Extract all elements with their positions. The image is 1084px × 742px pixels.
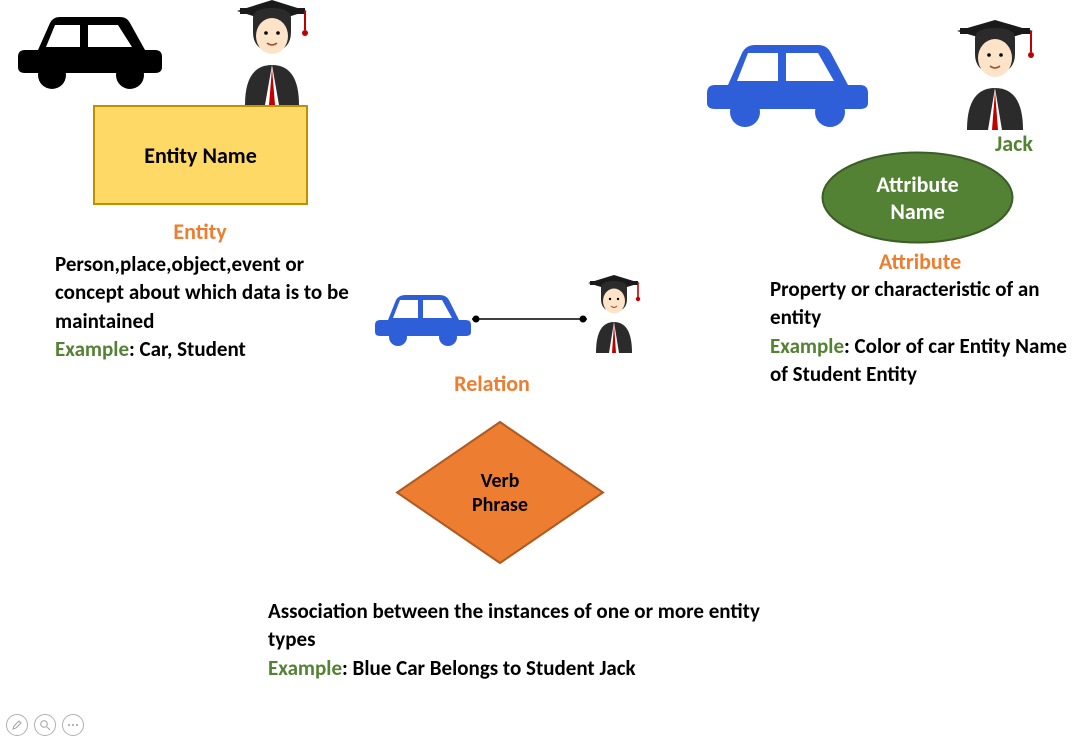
relation-student-icon (580, 275, 648, 358)
attribute-title: Attribute (860, 248, 980, 275)
zoom-icon[interactable] (34, 714, 56, 736)
pen-icon[interactable] (6, 714, 28, 736)
more-icon[interactable] (62, 714, 84, 736)
entity-example-label: Example (55, 336, 129, 362)
entity-title: Entity (150, 218, 250, 245)
relation-shape-label: Verb Phrase (455, 469, 545, 517)
student-icon-right (945, 20, 1045, 135)
entity-shape-label: Entity Name (144, 142, 257, 169)
toolbar (6, 714, 84, 736)
relation-description: Association between the instances of one… (268, 598, 760, 652)
attribute-shape: Attribute Name (820, 150, 1015, 245)
attribute-shape-label: Attribute Name (858, 171, 978, 225)
relation-car-icon (370, 288, 475, 353)
relation-shape: Verb Phrase (395, 420, 605, 565)
relation-example-text: : Blue Car Belongs to Student Jack (342, 655, 636, 681)
entity-description: Person,place,object,event or concept abo… (55, 251, 349, 334)
car-blue-icon (700, 35, 875, 135)
attribute-description-block: Property or characteristic of an entity … (770, 275, 1080, 388)
entity-shape: Entity Name (93, 105, 308, 205)
attribute-example-label: Example (770, 333, 844, 359)
relation-description-block: Association between the instances of one… (268, 597, 768, 682)
entity-description-block: Person,place,object,event or concept abo… (55, 250, 365, 363)
student-icon (225, 0, 320, 110)
attribute-description: Property or characteristic of an entity (770, 276, 1040, 330)
relation-connector (472, 315, 587, 323)
entity-example-text: : Car, Student (129, 336, 246, 362)
relation-title: Relation (442, 370, 542, 397)
relation-example-label: Example (268, 655, 342, 681)
car-black-icon (10, 5, 170, 98)
